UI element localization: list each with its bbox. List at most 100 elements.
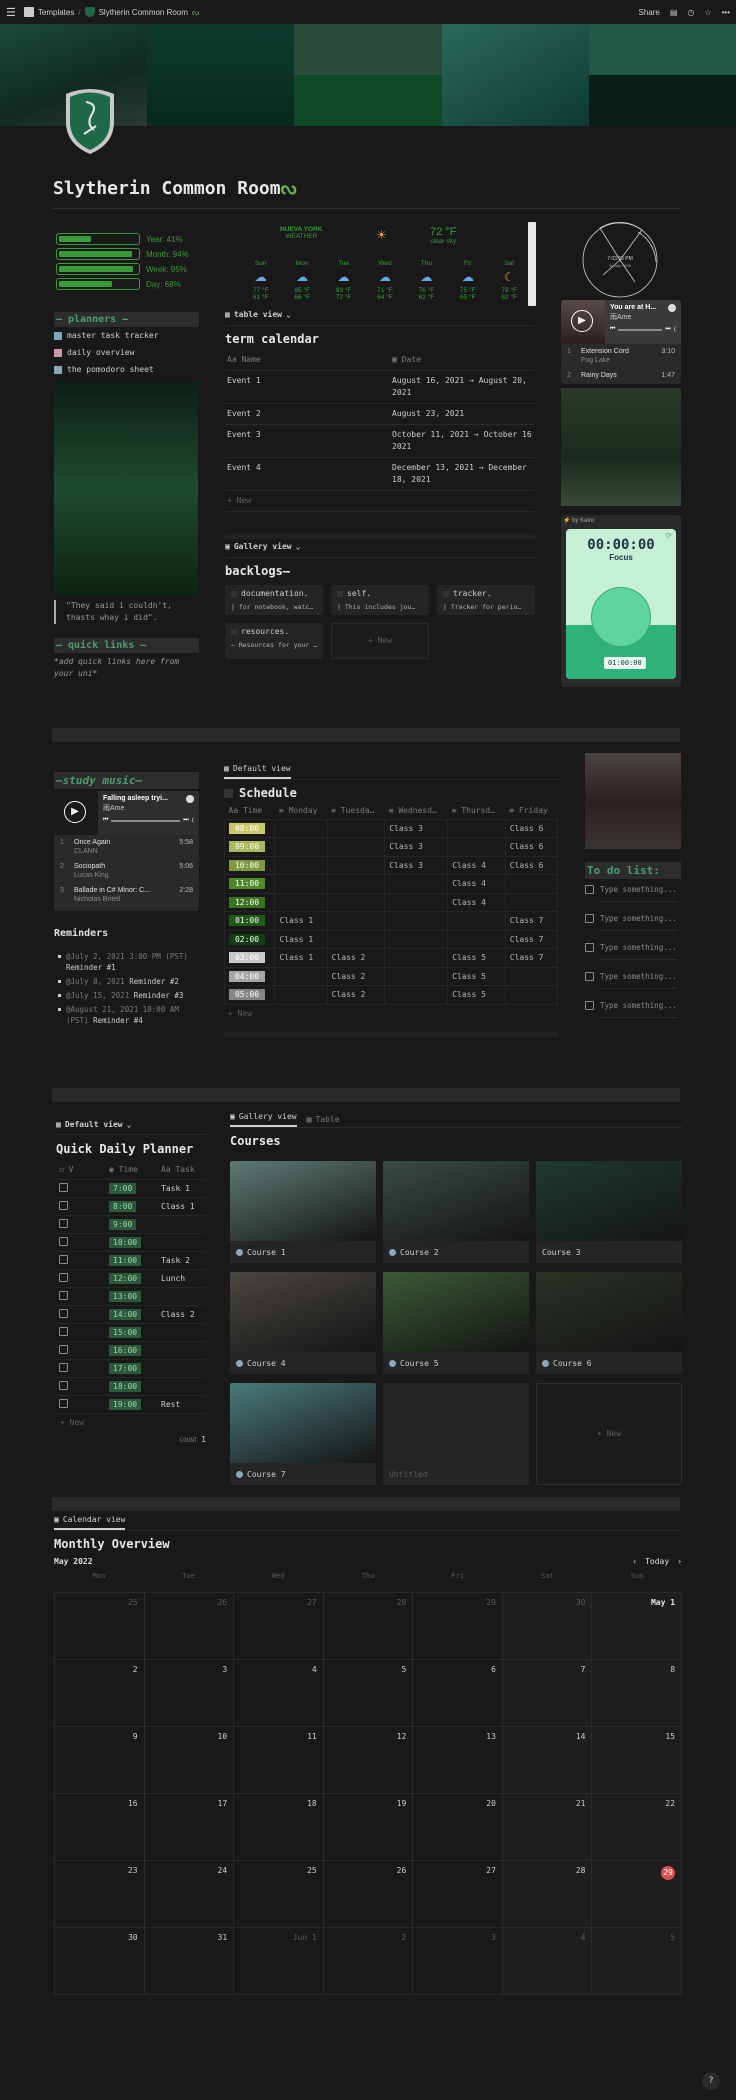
table-row[interactable]: 02:00 Class 1 Class 7	[223, 929, 559, 949]
course-card[interactable]: Course 7	[230, 1383, 376, 1485]
table-row[interactable]: Event 1 August 16, 2021 → August 20, 2021	[225, 370, 535, 404]
table-row[interactable]: 19:00 Rest	[56, 1394, 206, 1413]
seek-bar[interactable]	[618, 328, 663, 331]
checkbox[interactable]	[59, 1326, 68, 1336]
table-row[interactable]: 05:00 Class 2 Class 5	[223, 985, 559, 1005]
table-row[interactable]: 09:00 Class 3 Class 6	[223, 837, 559, 857]
calendar-day[interactable]: 27	[234, 1593, 324, 1659]
course-card[interactable]: Course 5	[383, 1272, 529, 1374]
weather-scrollbar[interactable]	[528, 222, 536, 306]
calendar-day[interactable]: 25	[55, 1593, 145, 1659]
reset-icon[interactable]: ⟳	[665, 531, 672, 540]
checkbox[interactable]	[59, 1380, 68, 1390]
checkbox[interactable]	[59, 1272, 68, 1282]
clock-icon[interactable]: ◷	[687, 8, 694, 17]
checkbox[interactable]	[59, 1398, 68, 1408]
calendar-day[interactable]: Jun 1	[234, 1928, 324, 1994]
calendar-day[interactable]: 5	[592, 1928, 683, 1994]
checkbox[interactable]	[59, 1200, 68, 1210]
share-button[interactable]: Share	[639, 8, 660, 17]
table-row[interactable]: 14:00 Class 2	[56, 1304, 206, 1323]
calendar-day[interactable]: 24	[145, 1861, 235, 1927]
checkbox[interactable]	[59, 1308, 68, 1318]
column-header[interactable]: ≡ Tuesda…	[327, 803, 385, 819]
table-row[interactable]: 03:00 Class 1 Class 2 Class 5 Class 7	[223, 948, 559, 968]
calendar-day[interactable]: 12	[324, 1727, 414, 1793]
table-row[interactable]: Event 3 October 11, 2021 → October 16 202…	[225, 424, 535, 458]
track-item[interactable]: 3 Ballade in C# Minor: C... Nicholas Brite…	[54, 883, 199, 907]
calendar-day[interactable]: 28	[502, 1861, 593, 1927]
calendar-day[interactable]: 25	[234, 1861, 324, 1927]
star-icon[interactable]: ☆	[704, 8, 711, 17]
course-card[interactable]: Course 2	[383, 1161, 529, 1263]
new-card-button[interactable]: + New	[331, 623, 429, 659]
calendar-day[interactable]: 2	[55, 1660, 145, 1726]
todo-item[interactable]: Type something...	[585, 884, 681, 902]
table-row[interactable]: 12:00 Lunch	[56, 1268, 206, 1287]
todo-item[interactable]: Type something...	[585, 1000, 681, 1018]
calendar-day[interactable]: 7	[502, 1660, 593, 1726]
link-daily-overview[interactable]: daily overview	[54, 344, 199, 361]
calendar-day[interactable]: 13	[413, 1727, 503, 1793]
calendar-day[interactable]: 19	[324, 1794, 414, 1860]
calendar-day[interactable]: 30	[502, 1593, 593, 1659]
tab-calendar-view[interactable]: ▣ Calendar view	[54, 1515, 126, 1530]
view-selector-default[interactable]: ▦ Default view ⌄	[56, 1120, 206, 1129]
breadcrumb-templates[interactable]: Templates	[38, 8, 74, 17]
comment-icon[interactable]: ▤	[670, 8, 678, 17]
table-row[interactable]: 15:00	[56, 1322, 206, 1341]
previous-month-button[interactable]: ‹	[632, 1557, 637, 1566]
play-button[interactable]: ▶	[64, 801, 86, 823]
column-header[interactable]: ≡ Friday	[505, 803, 557, 819]
calendar-day[interactable]: 15	[592, 1727, 683, 1793]
table-row[interactable]: 13:00	[56, 1286, 206, 1305]
table-row[interactable]: 18:00	[56, 1376, 206, 1395]
share-icon[interactable]: ⟨	[192, 817, 194, 824]
previous-icon[interactable]: ⏮	[103, 817, 108, 824]
calendar-day[interactable]: 9	[55, 1727, 145, 1793]
table-row[interactable]: 8:00 Class 1	[56, 1196, 206, 1215]
backlog-card[interactable]: tracker. | Tracker for perio…	[437, 585, 535, 615]
tab-default-view[interactable]: ▦ Default view	[224, 764, 291, 779]
calendar-day[interactable]: 27	[413, 1861, 503, 1927]
checkbox[interactable]	[585, 1001, 594, 1010]
calendar-day[interactable]: 29	[592, 1861, 683, 1927]
calendar-day[interactable]: 23	[55, 1861, 145, 1927]
course-card[interactable]: Course 6	[536, 1272, 682, 1374]
table-row[interactable]: 16:00	[56, 1340, 206, 1359]
todo-item[interactable]: Type something...	[585, 971, 681, 989]
checkbox[interactable]	[585, 914, 594, 923]
table-row[interactable]: 7:00 Task 1	[56, 1178, 206, 1197]
calendar-day[interactable]: 10	[145, 1727, 235, 1793]
checkbox[interactable]	[585, 943, 594, 952]
column-header[interactable]: Aa Time	[225, 803, 275, 819]
checkbox[interactable]	[59, 1290, 68, 1300]
checkbox[interactable]	[59, 1344, 68, 1354]
table-row[interactable]: 12:00 Class 4	[223, 892, 559, 912]
calendar-day[interactable]: 14	[502, 1727, 593, 1793]
table-row[interactable]: 04:00 Class 2 Class 5	[223, 966, 559, 986]
todo-item[interactable]: Type something...	[585, 942, 681, 960]
checkbox[interactable]	[585, 972, 594, 981]
calendar-day[interactable]: 17	[145, 1794, 235, 1860]
calendar-day[interactable]: May 1	[592, 1593, 683, 1659]
table-row[interactable]: 01:00 Class 1 Class 7	[223, 911, 559, 931]
course-card[interactable]: Course 3	[536, 1161, 682, 1263]
calendar-day[interactable]: 3	[145, 1660, 235, 1726]
track-item[interactable]: 2 Rainy Days 1:47	[561, 368, 681, 383]
course-card[interactable]: Course 1	[230, 1161, 376, 1263]
table-row[interactable]: 08:00 Class 3 Class 6	[223, 818, 559, 838]
table-row[interactable]: 10:00	[56, 1232, 206, 1251]
help-button[interactable]: ?	[702, 2072, 720, 2090]
table-row[interactable]: Event 2 August 23, 2021	[225, 403, 535, 425]
next-month-button[interactable]: ›	[677, 1557, 682, 1566]
previous-icon[interactable]: ⏮	[610, 326, 615, 333]
backlog-card[interactable]: resources. — Resources for your …	[225, 623, 323, 659]
duration-button[interactable]: 01:00:00	[604, 657, 646, 669]
backlog-card[interactable]: documentation. | for notebook, watc…	[225, 585, 323, 615]
next-icon[interactable]: ⏭	[665, 326, 670, 333]
table-row[interactable]: 11:00 Task 2	[56, 1250, 206, 1269]
link-pomodoro-sheet[interactable]: the pomodoro sheet	[54, 361, 199, 378]
checkbox[interactable]	[59, 1362, 68, 1372]
track-item[interactable]: 2 Sociopath Lucas King 5:06	[54, 859, 199, 883]
